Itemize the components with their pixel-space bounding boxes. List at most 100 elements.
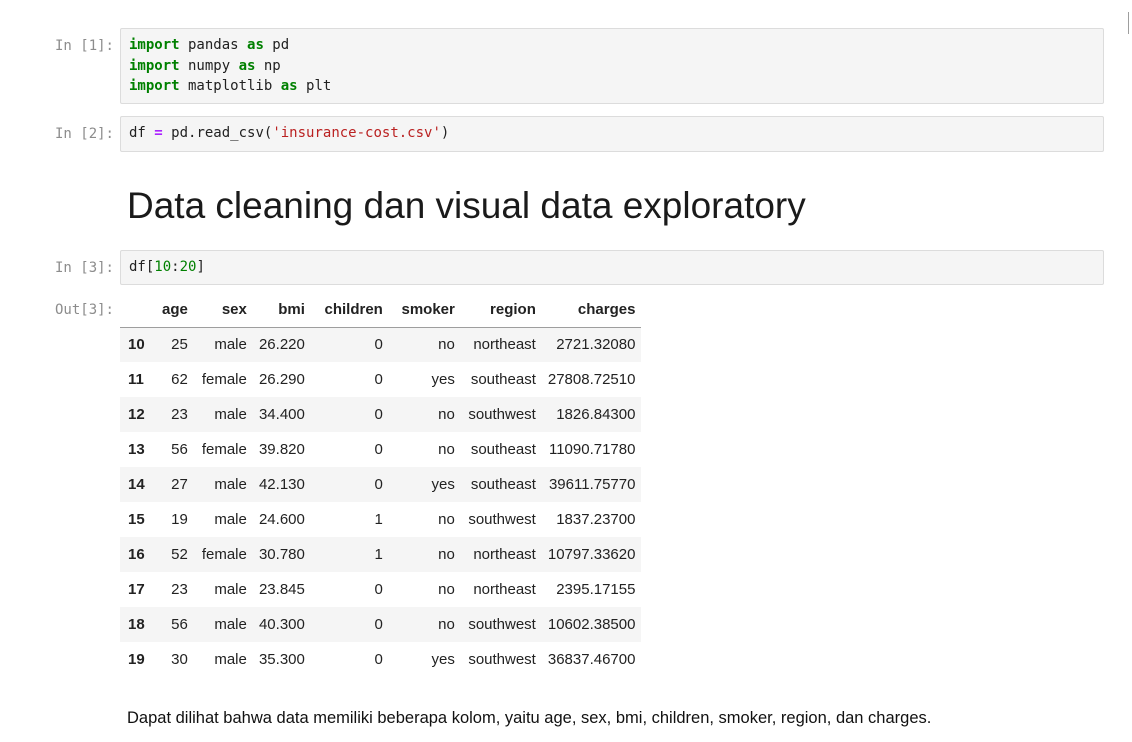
code-token: pd xyxy=(263,37,290,53)
code-token: pandas xyxy=(179,37,248,53)
table-cell: 0 xyxy=(374,441,383,458)
table-row: 13 56 female 39.820 0 no southeast 11090.71780 xyxy=(120,432,642,467)
code-token: ] xyxy=(196,259,205,275)
table-cell: yes xyxy=(431,476,455,493)
table-cell: 24.600 xyxy=(258,511,305,528)
table-cell: male xyxy=(214,651,247,668)
table-cell: southeast xyxy=(470,476,536,493)
code-token: as xyxy=(280,78,298,94)
table-header-row: age sex bmi children smoker region charges xyxy=(120,292,642,328)
table-cell: 42.130 xyxy=(258,476,305,493)
code-token: import xyxy=(129,37,180,53)
table-cell: 10602.38500 xyxy=(547,616,636,633)
cell-3-prompt: In [3]: xyxy=(54,260,114,276)
table-cell: 26.220 xyxy=(258,336,305,354)
row-index: 10 xyxy=(128,336,145,354)
table-cell: 19 xyxy=(171,511,188,528)
table-cell: 39.820 xyxy=(258,441,305,458)
table-cell: yes xyxy=(431,371,455,388)
code-line: df[10:20] xyxy=(129,257,1095,278)
row-index: 14 xyxy=(128,476,145,493)
row-index: 11 xyxy=(128,371,144,388)
table-cell: northeast xyxy=(473,581,536,598)
column-header: age xyxy=(156,292,194,328)
column-header: region xyxy=(460,292,542,328)
code-token: as xyxy=(238,57,256,74)
table-cell: 23 xyxy=(171,406,188,423)
table-cell: male xyxy=(214,511,247,528)
cell-1-prompt: In [1]: xyxy=(54,38,114,54)
table-cell: 39611.75770 xyxy=(548,476,636,493)
code-line: import numpy as np xyxy=(129,56,1095,77)
code-token: 10 xyxy=(154,259,172,275)
column-header: smoker xyxy=(388,292,461,328)
table-cell: 40.300 xyxy=(258,616,305,633)
row-index: 17 xyxy=(128,581,145,598)
table-cell: southwest xyxy=(468,511,536,528)
table-cell: 26.290 xyxy=(258,371,305,388)
table-cell: 2721.32080 xyxy=(556,336,636,354)
section-heading: Data cleaning dan visual data explorator… xyxy=(127,185,806,226)
table-row: 19 30 male 35.300 0 yes southwest 36837.46700 xyxy=(120,642,642,677)
table-row: 10 25 male 26.220 0 no northeast 2721.32080 xyxy=(120,327,642,362)
column-header: children xyxy=(310,292,389,328)
table-cell: female xyxy=(201,546,247,563)
table-cell: 34.400 xyxy=(258,406,305,423)
output-prompt: Out[3]: xyxy=(54,302,114,318)
table-cell: southwest xyxy=(468,406,536,423)
table-cell: 25 xyxy=(171,336,188,354)
table-row: 11 62 female 26.290 0 yes southeast 27808.72510 xyxy=(120,362,642,397)
table-cell: 23.845 xyxy=(258,581,305,598)
code-line: import matplotlib as plt xyxy=(129,76,1095,97)
code-token: import xyxy=(129,57,180,74)
code-token: pd.read_csv( xyxy=(162,125,273,141)
code-line: import pandas as pd xyxy=(129,35,1095,56)
table-cell: yes xyxy=(431,651,455,668)
code-token: = xyxy=(154,125,163,141)
code-cell-2[interactable]: df = pd.read_csv('insurance-cost.csv') xyxy=(120,116,1104,152)
table-cell: male xyxy=(214,581,247,598)
table-cell: southwest xyxy=(468,616,536,633)
code-token: : xyxy=(171,259,180,275)
table-cell: 2395.17155 xyxy=(556,581,636,598)
index-header xyxy=(120,292,156,328)
scrollbar-marker[interactable] xyxy=(1128,12,1129,34)
code-cell-3[interactable]: df[10:20] xyxy=(120,250,1104,285)
table-cell: female xyxy=(201,441,247,458)
column-header: sex xyxy=(193,292,253,328)
table-cell: 1 xyxy=(374,546,383,563)
table-cell: southeast xyxy=(470,441,536,458)
row-index: 16 xyxy=(128,546,145,563)
table-cell: 30.780 xyxy=(258,546,305,563)
table-cell: male xyxy=(214,616,247,633)
table-cell: no xyxy=(438,616,455,633)
table-cell: 1826.84300 xyxy=(556,406,636,423)
row-index: 13 xyxy=(128,441,145,458)
table-cell: male xyxy=(214,406,247,423)
table-row: 17 23 male 23.845 0 no northeast 2395.17155 xyxy=(120,572,642,607)
code-token: import xyxy=(129,78,180,94)
table-row: 14 27 male 42.130 0 yes southeast 39611.75770 xyxy=(120,467,642,502)
table-cell: 0 xyxy=(374,581,383,598)
table-cell: 0 xyxy=(374,476,383,493)
table-cell: 36837.46700 xyxy=(547,651,636,668)
code-token: ) xyxy=(440,125,450,141)
code-token: as xyxy=(247,37,264,53)
column-header: bmi xyxy=(252,292,311,328)
table-cell: 52 xyxy=(171,546,188,563)
table-cell: 62 xyxy=(171,371,188,388)
code-token: np xyxy=(255,57,281,74)
code-token: df xyxy=(129,125,155,141)
table-cell: 27 xyxy=(171,476,188,493)
code-cell-1[interactable]: import pandas as pd import numpy as np imp… xyxy=(120,28,1104,104)
cell-2-prompt: In [2]: xyxy=(54,126,114,142)
table-cell: 35.300 xyxy=(258,651,305,668)
table-cell: no xyxy=(438,581,455,598)
table-cell: no xyxy=(438,336,455,354)
row-index: 19 xyxy=(128,651,145,668)
table-cell: 27808.72510 xyxy=(547,371,636,388)
table-cell: male xyxy=(214,476,247,493)
table-cell: 0 xyxy=(374,406,383,423)
table-cell: 10797.33620 xyxy=(547,546,636,563)
table-cell: 0 xyxy=(374,371,383,388)
